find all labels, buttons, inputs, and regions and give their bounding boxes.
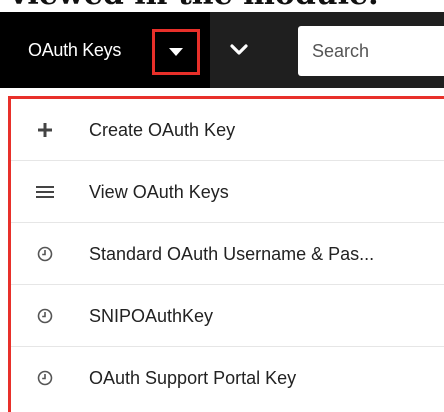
list-icon (35, 161, 55, 223)
more-modules-button[interactable] (214, 12, 264, 88)
page-caption: viewed in the module. (0, 0, 444, 12)
clock-icon (35, 223, 55, 285)
module-tab-oauth-keys[interactable]: OAuth Keys (0, 12, 210, 88)
menu-item-label: Standard OAuth Username & Pas... (89, 244, 375, 264)
menu-item-create-oauth-key[interactable]: Create OAuth Key (11, 99, 444, 161)
menu-item-label: View OAuth Keys (89, 182, 229, 202)
menu-item-recent-standard-oauth[interactable]: Standard OAuth Username & Pas... (11, 223, 444, 285)
module-tab-label: OAuth Keys (28, 40, 122, 60)
menu-item-label: OAuth Support Portal Key (89, 368, 297, 388)
menu-item-recent-snipoauthkey[interactable]: SNIPOAuthKey (11, 285, 444, 347)
menu-item-recent-support-portal-key[interactable]: OAuth Support Portal Key (11, 347, 444, 409)
search-placeholder: Search (312, 41, 370, 61)
search-input[interactable]: Search (298, 26, 444, 76)
menu-item-view-oauth-keys[interactable]: View OAuth Keys (11, 161, 444, 223)
clock-icon (35, 285, 55, 347)
module-actions-dropdown: Create OAuth Key View OAuth Keys Standar… (8, 96, 444, 412)
caret-down-icon (169, 48, 183, 56)
menu-item-label: SNIPOAuthKey (89, 306, 214, 326)
module-dropdown-toggle-button[interactable] (152, 29, 200, 75)
menu-item-label: Create OAuth Key (89, 120, 236, 140)
clock-icon (35, 347, 55, 409)
navbar: OAuth Keys Search (0, 12, 444, 88)
chevron-down-icon (230, 44, 248, 55)
plus-icon (35, 99, 55, 161)
